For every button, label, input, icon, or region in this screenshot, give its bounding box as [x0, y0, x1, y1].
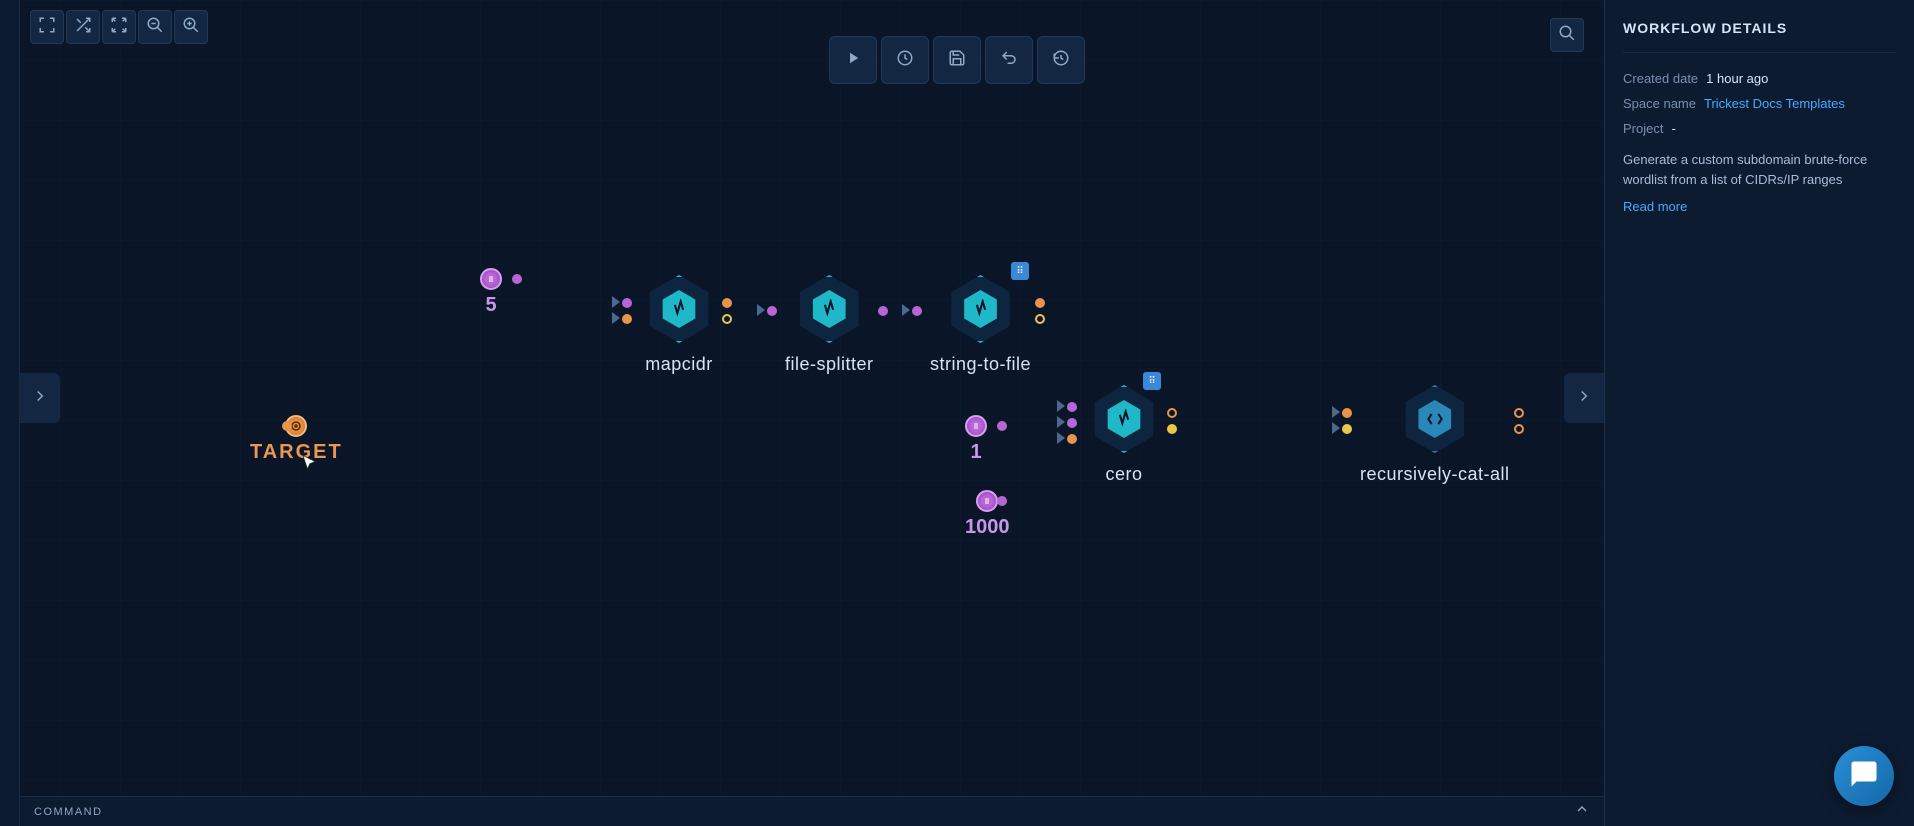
- param-node-five[interactable]: 5: [480, 268, 502, 317]
- param-circle-icon: [965, 415, 987, 437]
- hex-icon: [660, 290, 698, 328]
- param-label: 1000: [965, 516, 1010, 539]
- param-node-one[interactable]: 1: [965, 415, 987, 464]
- port-input[interactable]: [912, 306, 922, 316]
- port-output[interactable]: [512, 274, 522, 284]
- port-output[interactable]: [1167, 424, 1177, 434]
- node-label: mapcidr: [645, 354, 713, 375]
- detail-row-project: Project -: [1623, 121, 1896, 136]
- port-input[interactable]: [1067, 434, 1077, 444]
- detail-label: Created date: [1623, 71, 1698, 86]
- chat-icon: [1849, 759, 1879, 794]
- left-panel-toggle[interactable]: [20, 373, 60, 423]
- detail-label: Space name: [1623, 96, 1696, 111]
- port-output[interactable]: [722, 298, 732, 308]
- port-output[interactable]: [997, 421, 1007, 431]
- param-label: 5: [485, 294, 496, 317]
- left-rail: [0, 0, 20, 826]
- chevron-right-icon: [1575, 387, 1593, 410]
- node-file-splitter[interactable]: file-splitter: [785, 270, 874, 375]
- node-label: string-to-file: [930, 354, 1031, 375]
- port-output[interactable]: [1035, 298, 1045, 308]
- node-label: file-splitter: [785, 354, 874, 375]
- port-output[interactable]: [1514, 408, 1524, 418]
- detail-value: 1 hour ago: [1706, 71, 1768, 86]
- param-circle-icon: [480, 268, 502, 290]
- workflow-canvas[interactable]: TARGET 5 mapcidr file-splitter ⠿: [20, 0, 1604, 796]
- port-input[interactable]: [1342, 424, 1352, 434]
- hex-icon: [962, 290, 1000, 328]
- port-input[interactable]: [622, 314, 632, 324]
- port-output[interactable]: [282, 421, 292, 431]
- command-expand-button[interactable]: [1574, 801, 1590, 822]
- node-recursively-cat-all[interactable]: recursively-cat-all: [1360, 380, 1510, 485]
- workflow-description: Generate a custom subdomain brute-force …: [1623, 150, 1896, 189]
- node-label: cero: [1105, 464, 1142, 485]
- detail-label: Project: [1623, 121, 1663, 136]
- param-circle-icon: [976, 490, 998, 512]
- space-link[interactable]: Trickest Docs Templates: [1704, 96, 1845, 111]
- port-output[interactable]: [1035, 314, 1045, 324]
- node-label: TARGET: [250, 441, 343, 464]
- node-string-to-file[interactable]: ⠿ string-to-file: [930, 270, 1031, 375]
- edges-layer: [20, 0, 320, 150]
- port-output[interactable]: [1167, 408, 1177, 418]
- node-mapcidr[interactable]: mapcidr: [640, 270, 718, 375]
- hex-icon: [810, 290, 848, 328]
- port-output[interactable]: [722, 314, 732, 324]
- details-title: WORKFLOW DETAILS: [1623, 20, 1896, 53]
- port-input[interactable]: [622, 298, 632, 308]
- command-label: COMMAND: [34, 806, 103, 818]
- port-input[interactable]: [1342, 408, 1352, 418]
- detail-value: -: [1671, 121, 1675, 136]
- command-bar[interactable]: COMMAND: [20, 796, 1604, 826]
- port-output[interactable]: [878, 306, 888, 316]
- hex-icon: [1416, 400, 1454, 438]
- port-output[interactable]: [997, 496, 1007, 506]
- right-panel-toggle[interactable]: [1564, 373, 1604, 423]
- detail-row-created: Created date 1 hour ago: [1623, 71, 1896, 86]
- port-input[interactable]: [1067, 402, 1077, 412]
- node-cero[interactable]: ⠿ cero: [1085, 380, 1163, 485]
- node-label: recursively-cat-all: [1360, 464, 1510, 485]
- param-label: 1: [970, 441, 981, 464]
- param-node-thousand[interactable]: 1000: [965, 490, 1010, 539]
- port-output[interactable]: [1514, 424, 1524, 434]
- details-panel: WORKFLOW DETAILS Created date 1 hour ago…: [1604, 0, 1914, 826]
- read-more-link[interactable]: Read more: [1623, 199, 1687, 214]
- chat-fab[interactable]: [1834, 746, 1894, 806]
- chevron-right-icon: [31, 387, 49, 410]
- detail-row-space: Space name Trickest Docs Templates: [1623, 96, 1896, 111]
- node-target[interactable]: TARGET: [250, 415, 343, 464]
- port-input[interactable]: [1067, 418, 1077, 428]
- hex-icon: [1105, 400, 1143, 438]
- port-input[interactable]: [767, 306, 777, 316]
